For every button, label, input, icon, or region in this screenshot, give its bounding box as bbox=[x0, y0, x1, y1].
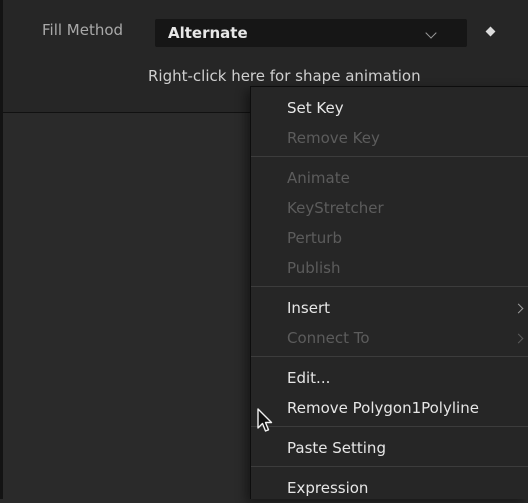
menu-item-paste-setting[interactable]: Paste Setting bbox=[251, 435, 528, 463]
menu-item-label: Remove Key bbox=[287, 129, 380, 147]
menu-item-label: Animate bbox=[287, 169, 350, 187]
fill-method-dropdown[interactable]: Alternate bbox=[155, 19, 467, 47]
chevron-right-icon bbox=[513, 333, 524, 344]
menu-item-label: Perturb bbox=[287, 229, 342, 247]
menu-item-insert[interactable]: Insert bbox=[251, 295, 528, 323]
mouse-pointer-icon bbox=[257, 408, 273, 432]
menu-item-label: Paste Setting bbox=[287, 439, 386, 457]
menu-separator bbox=[251, 286, 528, 287]
menu-item-label: Remove Polygon1Polyline bbox=[287, 399, 479, 417]
fill-method-label: Fill Method bbox=[42, 21, 124, 39]
menu-item-remove-polygon-polyline[interactable]: Remove Polygon1Polyline bbox=[251, 395, 528, 423]
menu-separator bbox=[251, 356, 528, 357]
chevron-down-icon bbox=[425, 27, 437, 39]
menu-item-label: Set Key bbox=[287, 99, 344, 117]
menu-item-label: Insert bbox=[287, 299, 331, 317]
menu-item-label: Edit... bbox=[287, 369, 331, 387]
menu-item-perturb: Perturb bbox=[251, 225, 528, 253]
menu-item-edit[interactable]: Edit... bbox=[251, 365, 528, 393]
menu-item-connect-to: Connect To bbox=[251, 325, 528, 353]
menu-item-set-key[interactable]: Set Key bbox=[251, 95, 528, 123]
chevron-right-icon bbox=[513, 303, 524, 314]
menu-separator bbox=[251, 156, 528, 157]
menu-item-remove-key: Remove Key bbox=[251, 125, 528, 153]
menu-item-publish: Publish bbox=[251, 255, 528, 283]
context-menu: Set Key Remove Key Animate KeyStretcher … bbox=[250, 86, 528, 499]
shape-animation-hint[interactable]: Right-click here for shape animation bbox=[148, 67, 468, 85]
menu-separator bbox=[251, 466, 528, 467]
fill-method-value: Alternate bbox=[168, 24, 248, 42]
menu-item-label: KeyStretcher bbox=[287, 199, 384, 217]
fill-method-row: Fill Method Alternate bbox=[3, 0, 528, 62]
menu-item-label: Publish bbox=[287, 259, 341, 277]
menu-separator bbox=[251, 426, 528, 427]
keyframe-diamond-icon[interactable] bbox=[485, 26, 496, 37]
menu-item-label: Expression bbox=[287, 479, 369, 497]
menu-item-keystretcher: KeyStretcher bbox=[251, 195, 528, 223]
menu-item-label: Connect To bbox=[287, 329, 370, 347]
menu-item-animate: Animate bbox=[251, 165, 528, 193]
